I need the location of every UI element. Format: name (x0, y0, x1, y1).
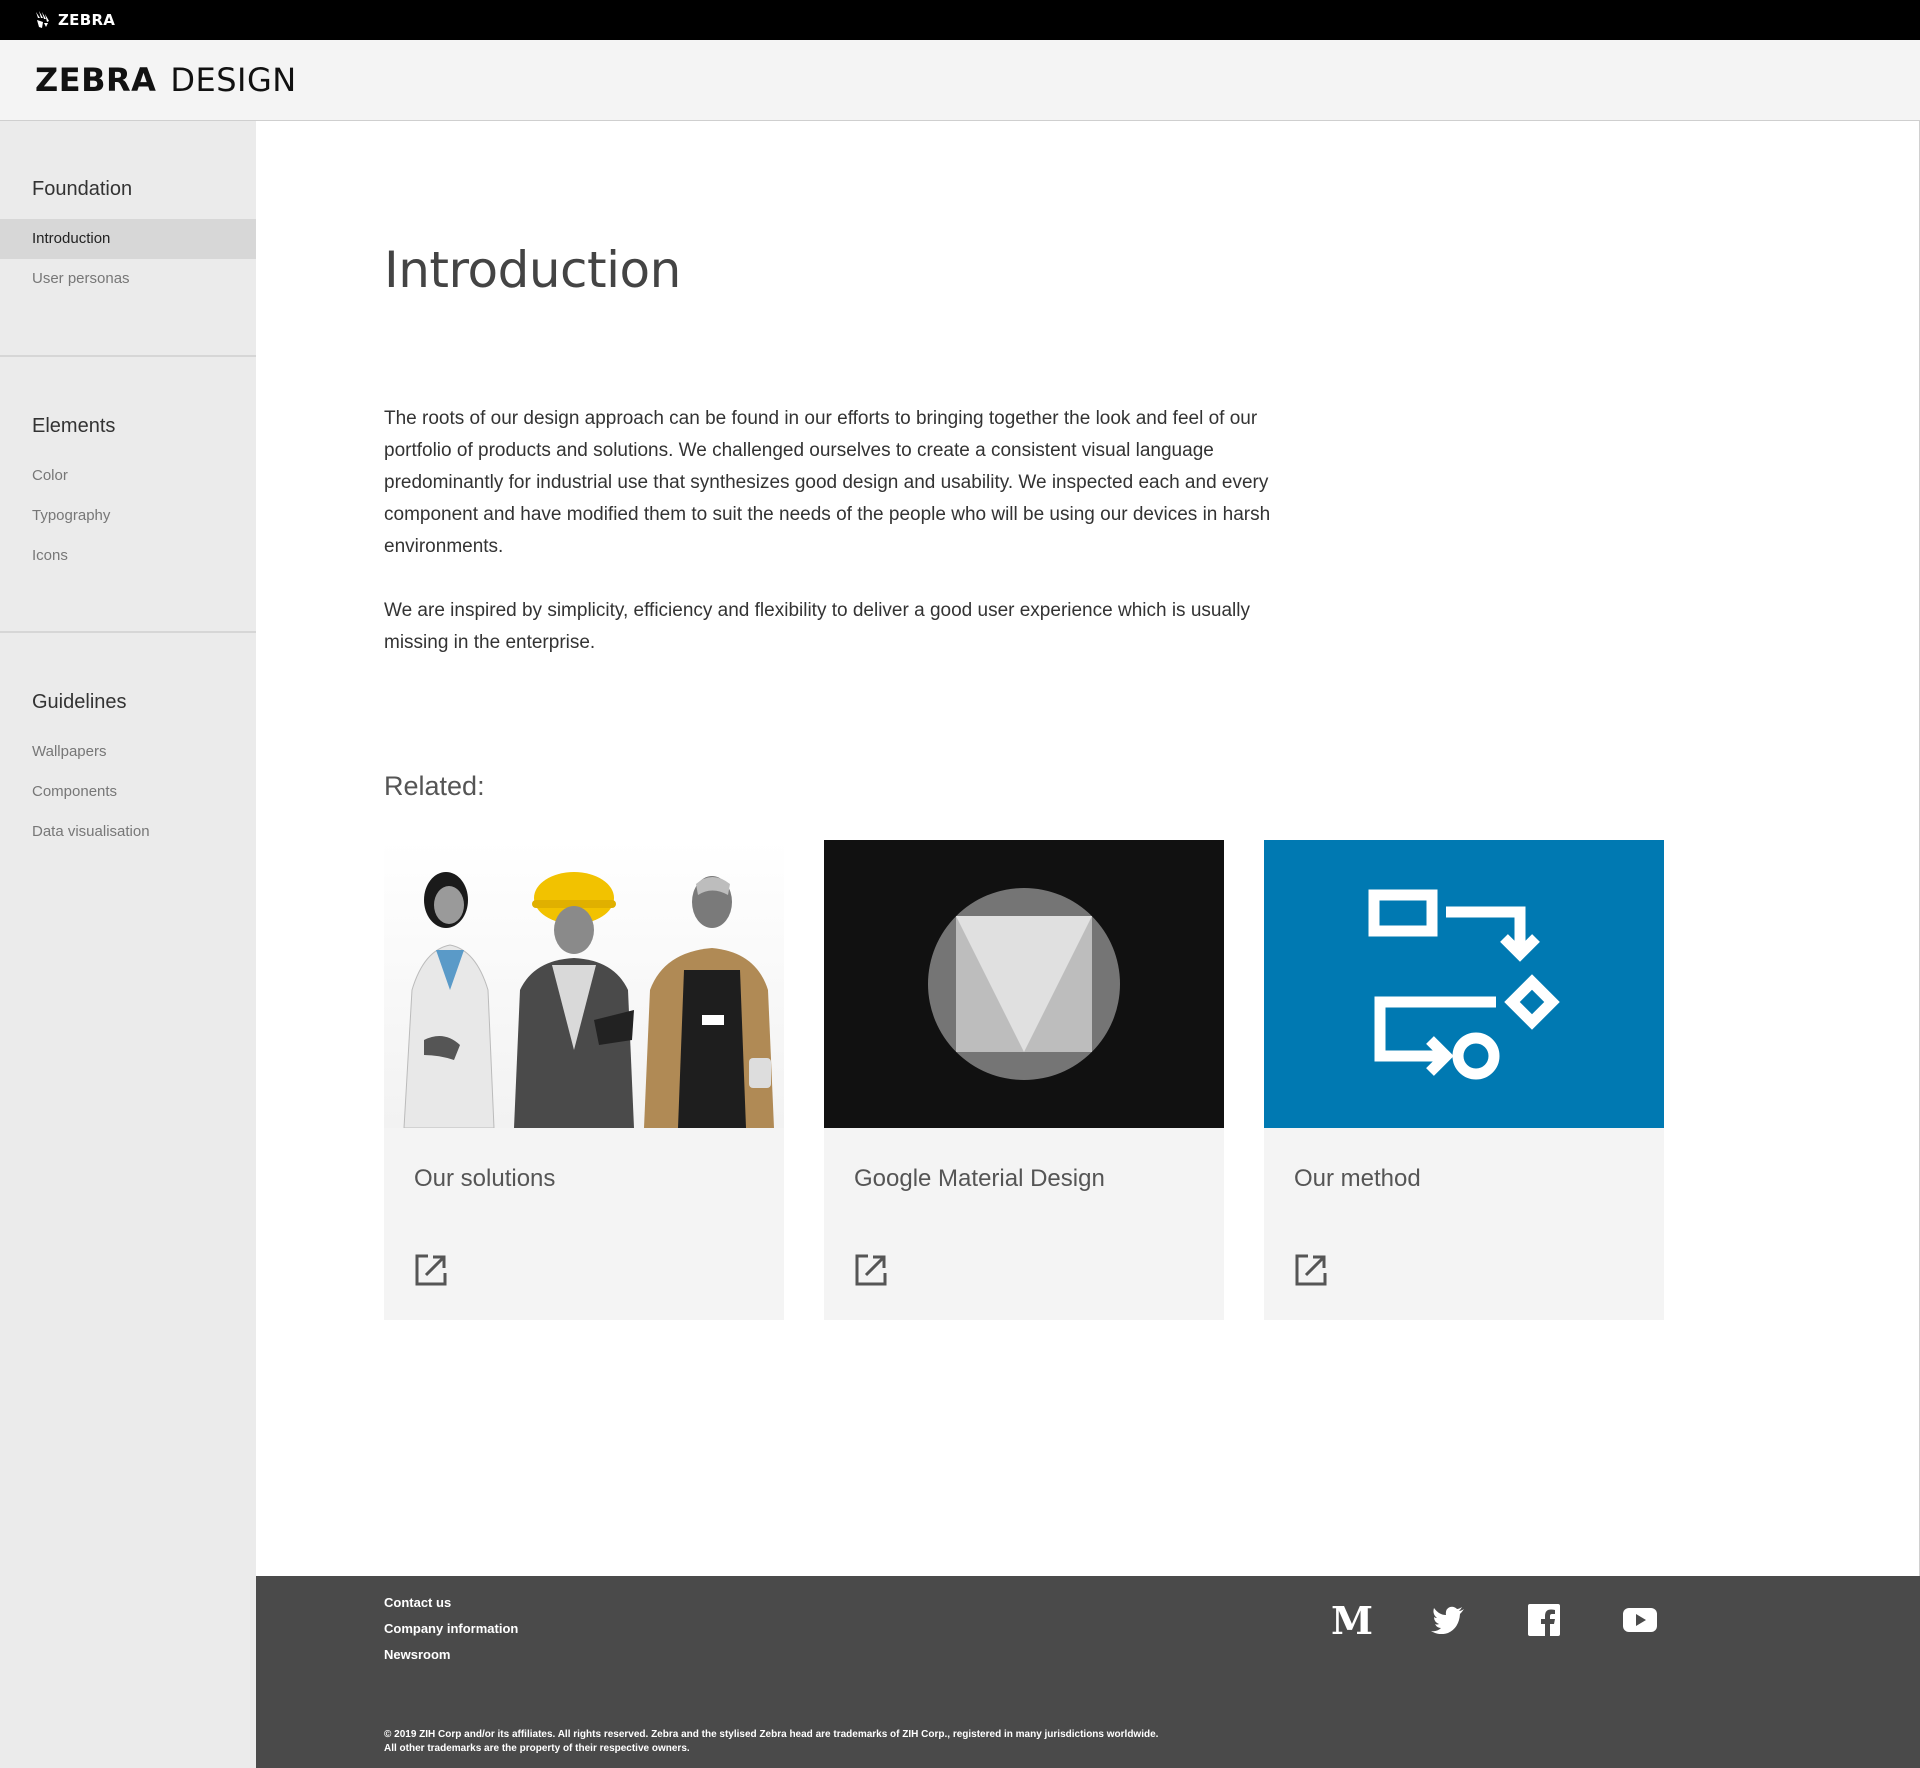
sidebar-item-introduction[interactable]: Introduction (0, 219, 256, 259)
footer-link-company-information[interactable]: Company information (384, 1616, 518, 1642)
people-photo (384, 840, 784, 1128)
intro-paragraph: We are inspired by simplicity, efficienc… (384, 600, 1250, 653)
related-cards: Our solutions Google Material Design Our… (384, 840, 1664, 1320)
nav-section-guidelines: Guidelines Wallpapers Components Data vi… (0, 633, 256, 852)
copyright-line: © 2019 ZIH Corp and/or its affiliates. A… (384, 1729, 1159, 1740)
material-logo (824, 840, 1224, 1128)
sidebar-item-components[interactable]: Components (0, 772, 256, 812)
nav-section-foundation: Foundation Introduction User personas (0, 121, 256, 357)
card-our-solutions[interactable]: Our solutions (384, 840, 784, 1320)
page-title: Introduction (384, 241, 681, 299)
intro-paragraph: The roots of our design approach can be … (384, 408, 1271, 557)
nav-section-title: Elements (32, 415, 116, 437)
sidebar-item-icons[interactable]: Icons (0, 536, 256, 576)
nav-section-elements: Elements Color Typography Icons (0, 357, 256, 633)
nav-section-title: Guidelines (32, 691, 127, 713)
card-label: Our method (1294, 1165, 1421, 1192)
site-footer: Contact us Company information Newsroom … (256, 1576, 1920, 1768)
external-link-icon (1295, 1254, 1327, 1286)
footer-link-newsroom[interactable]: Newsroom (384, 1642, 518, 1668)
card-google-material-design[interactable]: Google Material Design (824, 840, 1224, 1320)
sidebar-item-typography[interactable]: Typography (0, 496, 256, 536)
youtube-icon[interactable] (1620, 1600, 1660, 1640)
footer-links: Contact us Company information Newsroom (384, 1590, 518, 1668)
external-link-icon (415, 1254, 447, 1286)
svg-text:M: M (1332, 1603, 1372, 1637)
logo-bold-text: ZEBRA (35, 61, 157, 99)
main-content: Introduction The roots of our design app… (256, 121, 1920, 1576)
sidebar-item-color[interactable]: Color (0, 456, 256, 496)
brand-text: ZEBRA (58, 11, 116, 29)
related-heading: Related: (384, 771, 485, 801)
sidebar-nav: Foundation Introduction User personas El… (0, 121, 256, 1768)
medium-icon[interactable]: M (1332, 1600, 1372, 1640)
footer-link-contact-us[interactable]: Contact us (384, 1590, 518, 1616)
sidebar-item-wallpapers[interactable]: Wallpapers (0, 732, 256, 772)
site-logo[interactable]: ZEBRA DESIGN (35, 61, 297, 99)
social-links: M (1332, 1600, 1660, 1640)
top-brand-bar: ZEBRA (0, 0, 1920, 40)
logo-light-text: DESIGN (170, 61, 297, 99)
facebook-icon[interactable] (1524, 1600, 1564, 1640)
intro-text: The roots of our design approach can be … (384, 403, 1274, 691)
external-link-icon (855, 1254, 887, 1286)
copyright-text: © 2019 ZIH Corp and/or its affiliates. A… (384, 1728, 1158, 1756)
copyright-line: All other trademarks are the property of… (384, 1743, 690, 1754)
zebra-head-icon (36, 11, 49, 28)
zebra-brand[interactable]: ZEBRA (34, 10, 115, 30)
card-label: Our solutions (414, 1165, 556, 1192)
sidebar-item-user-personas[interactable]: User personas (0, 259, 256, 299)
nav-section-title: Foundation (32, 178, 133, 200)
card-our-method[interactable]: Our method (1264, 840, 1664, 1320)
site-header: ZEBRA DESIGN (0, 40, 1920, 121)
sidebar-item-data-visualisation[interactable]: Data visualisation (0, 812, 256, 852)
twitter-icon[interactable] (1428, 1600, 1468, 1640)
method-flow-icon (1264, 840, 1664, 1128)
card-label: Google Material Design (854, 1165, 1105, 1192)
